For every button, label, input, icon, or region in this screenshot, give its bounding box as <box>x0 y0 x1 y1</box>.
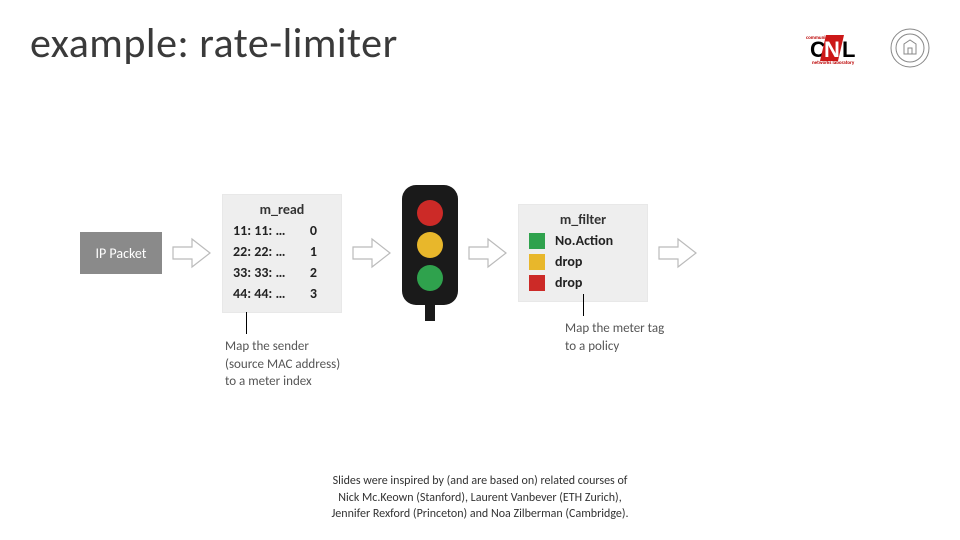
m-filter-header: m_filter <box>529 211 637 228</box>
svg-text:L: L <box>842 37 855 62</box>
table-row: 11: 11: …0 <box>233 222 331 239</box>
connector-line <box>583 294 584 316</box>
connector-line <box>246 312 247 334</box>
arrow-icon <box>352 235 392 271</box>
red-swatch-icon <box>529 275 545 291</box>
table-row: 44: 44: …3 <box>233 285 331 302</box>
table-row: drop <box>529 253 637 270</box>
m-read-caption: Map the sender (source MAC address) to a… <box>225 338 340 391</box>
svg-text:N: N <box>824 37 840 62</box>
green-swatch-icon <box>529 233 545 249</box>
cnl-logo-icon: communication C N L networks laboratory <box>804 31 876 65</box>
slide: example: rate-limiter communication C N … <box>0 0 960 540</box>
green-light-icon <box>417 265 443 291</box>
red-light-icon <box>417 200 443 226</box>
footer-credit: Slides were inspired by (and are based o… <box>0 473 960 522</box>
university-seal-icon <box>890 28 930 68</box>
arrow-icon <box>172 235 212 271</box>
ip-packet-label: IP Packet <box>96 245 147 262</box>
table-row: 33: 33: …2 <box>233 264 331 281</box>
table-row: drop <box>529 274 637 291</box>
yellow-light-icon <box>417 232 443 258</box>
diagram-row: IP Packet m_read 11: 11: …0 22: 22: …1 3… <box>80 185 698 321</box>
m-filter-table: m_filter No.Action drop drop <box>518 204 648 302</box>
m-read-header: m_read <box>233 201 331 218</box>
page-title: example: rate-limiter <box>30 18 398 69</box>
ip-packet-box: IP Packet <box>80 232 162 274</box>
arrow-icon <box>658 235 698 271</box>
arrow-icon <box>468 235 508 271</box>
m-filter-caption: Map the meter tag to a policy <box>565 320 664 355</box>
svg-text:networks laboratory: networks laboratory <box>812 60 855 65</box>
traffic-light-icon <box>402 185 458 321</box>
m-read-table: m_read 11: 11: …0 22: 22: …1 33: 33: …2 … <box>222 194 342 313</box>
table-row: No.Action <box>529 232 637 249</box>
logos: communication C N L networks laboratory <box>804 28 930 68</box>
yellow-swatch-icon <box>529 254 545 270</box>
table-row: 22: 22: …1 <box>233 243 331 260</box>
